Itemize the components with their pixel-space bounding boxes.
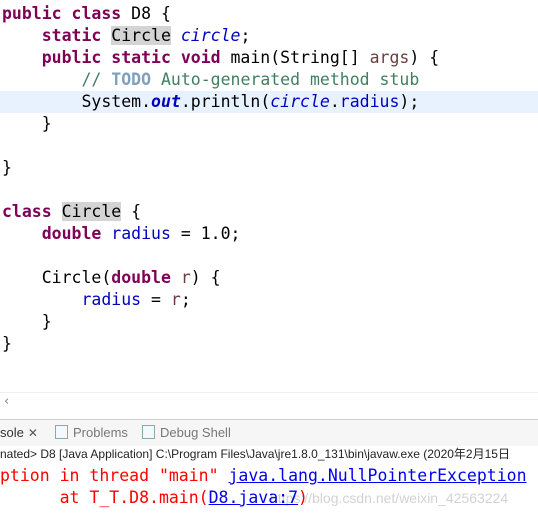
code-line-11: double radius = 1.0;	[2, 223, 241, 245]
code-line-10: class Circle {	[2, 201, 141, 223]
code-line-8: }	[2, 157, 12, 179]
type-highlight: Circle	[61, 202, 122, 221]
console-tab-bar: sole ✕ Problems Debug Shell	[0, 419, 538, 447]
code-line-1: public class D8 {	[2, 3, 171, 25]
param-name: args	[369, 48, 410, 67]
code-line-5-current: System.out.println(circle.radius);	[0, 91, 538, 113]
tab-console[interactable]: sole ✕	[0, 425, 38, 440]
brace: }	[2, 334, 12, 353]
code-text: System.	[81, 92, 152, 111]
type-highlight: Circle	[111, 26, 171, 45]
keyword: public static void	[41, 48, 221, 67]
brace: }	[41, 312, 52, 331]
keyword: double	[41, 224, 102, 243]
console-status-line: nated> D8 [Java Application] C:\Program …	[0, 446, 538, 463]
code-editor[interactable]: public class D8 { static Circle circle; …	[0, 0, 538, 392]
param-name: r	[170, 290, 181, 309]
code-line-15: }	[2, 311, 52, 333]
scroll-left-icon[interactable]: ‹	[4, 394, 9, 409]
code-line-16: }	[2, 333, 12, 355]
comment: //	[81, 70, 112, 89]
constructor-name: Circle(	[41, 268, 112, 287]
field-name: circle	[180, 26, 241, 45]
code-line-14: radius = r;	[2, 289, 191, 311]
debug-shell-icon	[142, 425, 155, 439]
keyword: public class	[2, 4, 122, 23]
tab-debug-shell-label: Debug Shell	[160, 425, 231, 440]
static-field: out	[151, 92, 181, 111]
param-name: r	[180, 268, 191, 287]
comment: Auto-generated method stub	[151, 70, 420, 89]
punct: ;	[180, 290, 191, 309]
class-name: D8 {	[121, 4, 171, 23]
keyword: static	[41, 26, 102, 45]
method-signature: main(String[]	[220, 48, 370, 67]
console-error-line-1: ption in thread "main" java.lang.NullPoi…	[0, 465, 527, 487]
code-text: = 1.0;	[170, 224, 241, 243]
code-line-3: public static void main(String[] args) {	[2, 47, 439, 69]
code-line-4: // TODO Auto-generated method stub	[2, 69, 419, 91]
console-error-line-2: at T_T.D8.main(D8.java:7)	[0, 487, 308, 509]
tab-problems-label: Problems	[73, 425, 128, 440]
problems-icon	[55, 425, 68, 439]
punct: );	[399, 92, 420, 111]
code-line-2: static Circle circle;	[2, 25, 250, 47]
punct: .	[329, 92, 340, 111]
punct: ;	[240, 26, 251, 45]
brace: }	[2, 158, 12, 177]
field-name: radius	[339, 92, 400, 111]
error-text: ption in thread "main"	[0, 466, 229, 485]
tab-debug-shell[interactable]: Debug Shell	[142, 425, 231, 440]
keyword: double	[111, 268, 171, 287]
todo-tag: TODO	[111, 70, 152, 89]
punct: {	[121, 202, 142, 221]
code-line-13: Circle(double r) {	[2, 267, 221, 289]
punct: ) {	[409, 48, 440, 67]
code-text: .println(	[180, 92, 271, 111]
tab-problems[interactable]: Problems	[55, 425, 128, 440]
code-line-6: }	[2, 113, 52, 135]
horizontal-scrollbar[interactable]: ‹	[0, 392, 538, 413]
brace: }	[41, 114, 52, 133]
keyword: class	[2, 202, 52, 221]
punct: ) {	[190, 268, 221, 287]
close-icon[interactable]: ✕	[28, 426, 38, 440]
field-name: radius	[81, 290, 142, 309]
code-text: =	[141, 290, 171, 309]
watermark: https://blog.csdn.net/weixin_42563224	[270, 490, 509, 506]
error-text: at T_T.D8.main(	[0, 488, 209, 507]
tab-console-label: sole	[0, 425, 24, 440]
field-name: circle	[270, 92, 330, 111]
exception-link[interactable]: java.lang.NullPointerException	[228, 466, 526, 485]
field-name: radius	[111, 224, 171, 243]
